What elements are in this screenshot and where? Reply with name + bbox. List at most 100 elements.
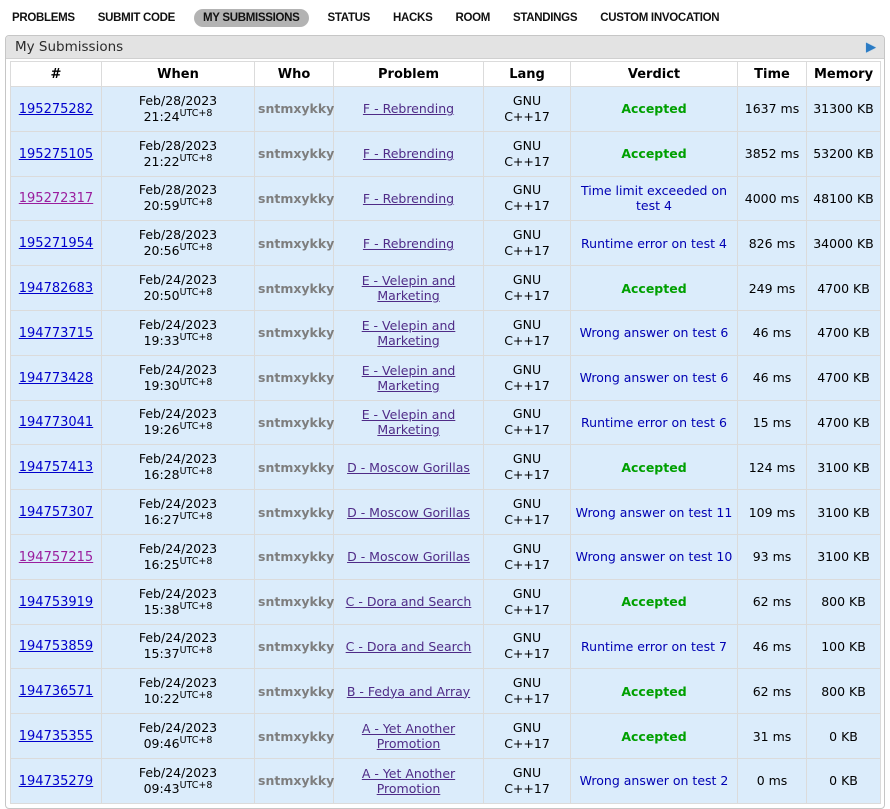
table-row: 194773428Feb/24/202319:30UTC+8sntmxykkyE… — [11, 355, 881, 400]
submission-lang: GNUC++17 — [484, 310, 571, 355]
submission-exec-time: 93 ms — [738, 534, 807, 579]
submission-when: Feb/24/202320:50UTC+8 — [102, 266, 255, 311]
column-header-when: When — [102, 62, 255, 87]
submission-exec-time: 4000 ms — [738, 176, 807, 221]
nav-item-hacks[interactable]: HACKS — [389, 9, 436, 27]
submission-id-link[interactable]: 195271954 — [19, 236, 93, 251]
table-wrapper: # When Who Problem Lang Verdict Time Mem… — [6, 59, 884, 808]
submission-memory: 3100 KB — [807, 490, 881, 535]
submission-lang: GNUC++17 — [484, 490, 571, 535]
timezone-label: UTC+8 — [180, 197, 213, 208]
nav-item-status[interactable]: STATUS — [324, 9, 375, 27]
submission-id-link[interactable]: 194735279 — [19, 774, 93, 789]
problem-link[interactable]: C - Dora and Search — [346, 639, 472, 654]
column-header-lang: Lang — [484, 62, 571, 87]
problem-link[interactable]: D - Moscow Gorillas — [347, 460, 470, 475]
submission-when: Feb/24/202316:27UTC+8 — [102, 490, 255, 535]
submission-lang: GNUC++17 — [484, 714, 571, 759]
nav-item-custom-invocation[interactable]: CUSTOM INVOCATION — [596, 9, 723, 27]
submission-lang: GNUC++17 — [484, 534, 571, 579]
submission-id-link[interactable]: 195275282 — [19, 102, 93, 117]
submission-exec-time: 0 ms — [738, 758, 807, 803]
problem-link[interactable]: F - Rebrending — [363, 191, 454, 206]
problem-link[interactable]: E - Velepin and Marketing — [362, 273, 456, 303]
nav-item-standings[interactable]: STANDINGS — [509, 9, 581, 27]
table-header-row: # When Who Problem Lang Verdict Time Mem… — [11, 62, 881, 87]
submission-id-link[interactable]: 194753919 — [19, 595, 93, 610]
submission-memory: 48100 KB — [807, 176, 881, 221]
problem-link[interactable]: D - Moscow Gorillas — [347, 549, 470, 564]
problem-link[interactable]: E - Velepin and Marketing — [362, 363, 456, 393]
submission-exec-time: 1637 ms — [738, 87, 807, 132]
submission-lang: GNUC++17 — [484, 87, 571, 132]
submission-memory: 800 KB — [807, 579, 881, 624]
verdict-text: Accepted — [621, 281, 686, 296]
submission-id-link[interactable]: 194757307 — [19, 505, 93, 520]
nav-item-problems[interactable]: PROBLEMS — [8, 9, 79, 27]
submission-id-link[interactable]: 195275105 — [19, 147, 93, 162]
problem-link[interactable]: B - Fedya and Array — [347, 684, 470, 699]
submission-memory: 100 KB — [807, 624, 881, 669]
submission-exec-time: 46 ms — [738, 355, 807, 400]
submission-lang: GNUC++17 — [484, 176, 571, 221]
submission-memory: 31300 KB — [807, 87, 881, 132]
nav-item-room[interactable]: ROOM — [451, 9, 494, 27]
problem-link[interactable]: A - Yet Another Promotion — [362, 766, 455, 796]
submission-id-link[interactable]: 194773428 — [19, 371, 93, 386]
submission-exec-time: 826 ms — [738, 221, 807, 266]
problem-link[interactable]: D - Moscow Gorillas — [347, 505, 470, 520]
submission-memory: 0 KB — [807, 758, 881, 803]
submission-exec-time: 62 ms — [738, 669, 807, 714]
submission-author: sntmxykky — [258, 415, 334, 430]
submission-id-link[interactable]: 194753859 — [19, 639, 93, 654]
problem-link[interactable]: F - Rebrending — [363, 101, 454, 116]
submission-lang: GNUC++17 — [484, 445, 571, 490]
submission-lang: GNUC++17 — [484, 355, 571, 400]
submission-id-link[interactable]: 194736571 — [19, 684, 93, 699]
submission-when: Feb/24/202315:37UTC+8 — [102, 624, 255, 669]
table-row: 194782683Feb/24/202320:50UTC+8sntmxykkyE… — [11, 266, 881, 311]
submission-memory: 0 KB — [807, 714, 881, 759]
nav-item-submit-code[interactable]: SUBMIT CODE — [94, 9, 179, 27]
column-header-id: # — [11, 62, 102, 87]
table-row: 194735279Feb/24/202309:43UTC+8sntmxykkyA… — [11, 758, 881, 803]
problem-link[interactable]: E - Velepin and Marketing — [362, 318, 456, 348]
submission-when: Feb/28/202320:59UTC+8 — [102, 176, 255, 221]
submission-lang: GNUC++17 — [484, 669, 571, 714]
submission-author: sntmxykky — [258, 101, 334, 116]
submission-id-link[interactable]: 195272317 — [19, 191, 93, 206]
verdict-text: Time limit exceeded on test 4 — [581, 183, 727, 213]
nav-item-my-submissions[interactable]: MY SUBMISSIONS — [194, 9, 309, 27]
submission-id-link[interactable]: 194757215 — [19, 550, 93, 565]
timezone-label: UTC+8 — [180, 108, 213, 119]
table-row: 194757215Feb/24/202316:25UTC+8sntmxykkyD… — [11, 534, 881, 579]
problem-link[interactable]: C - Dora and Search — [346, 594, 472, 609]
timezone-label: UTC+8 — [180, 421, 213, 432]
submission-memory: 4700 KB — [807, 266, 881, 311]
submission-when: Feb/24/202309:43UTC+8 — [102, 758, 255, 803]
table-row: 194736571Feb/24/202310:22UTC+8sntmxykkyB… — [11, 669, 881, 714]
submission-id-link[interactable]: 194773715 — [19, 326, 93, 341]
submission-id-link[interactable]: 194735355 — [19, 729, 93, 744]
submission-id-link[interactable]: 194773041 — [19, 415, 93, 430]
submission-memory: 4700 KB — [807, 310, 881, 355]
problem-link[interactable]: E - Velepin and Marketing — [362, 407, 456, 437]
verdict-text: Runtime error on test 7 — [581, 639, 727, 654]
submission-author: sntmxykky — [258, 639, 334, 654]
contest-nav: PROBLEMS SUBMIT CODE MY SUBMISSIONS STAT… — [0, 0, 890, 33]
problem-link[interactable]: F - Rebrending — [363, 146, 454, 161]
collapse-arrow-icon[interactable]: ▶ — [866, 41, 876, 54]
table-row: 194753859 Feb/24/202315:37UTC+8sntmxykky C… — [11, 624, 881, 669]
verdict-text: Accepted — [621, 684, 686, 699]
timezone-label: UTC+8 — [180, 690, 213, 701]
submission-when: Feb/24/202315:38UTC+8 — [102, 579, 255, 624]
submission-id-link[interactable]: 194782683 — [19, 281, 93, 296]
submission-lang: GNUC++17 — [484, 758, 571, 803]
submission-id-link[interactable]: 194757413 — [19, 460, 93, 475]
problem-link[interactable]: A - Yet Another Promotion — [362, 721, 455, 751]
verdict-text: Wrong answer on test 2 — [580, 773, 729, 788]
submission-memory: 34000 KB — [807, 221, 881, 266]
timezone-label: UTC+8 — [180, 153, 213, 164]
submission-memory: 53200 KB — [807, 131, 881, 176]
problem-link[interactable]: F - Rebrending — [363, 236, 454, 251]
